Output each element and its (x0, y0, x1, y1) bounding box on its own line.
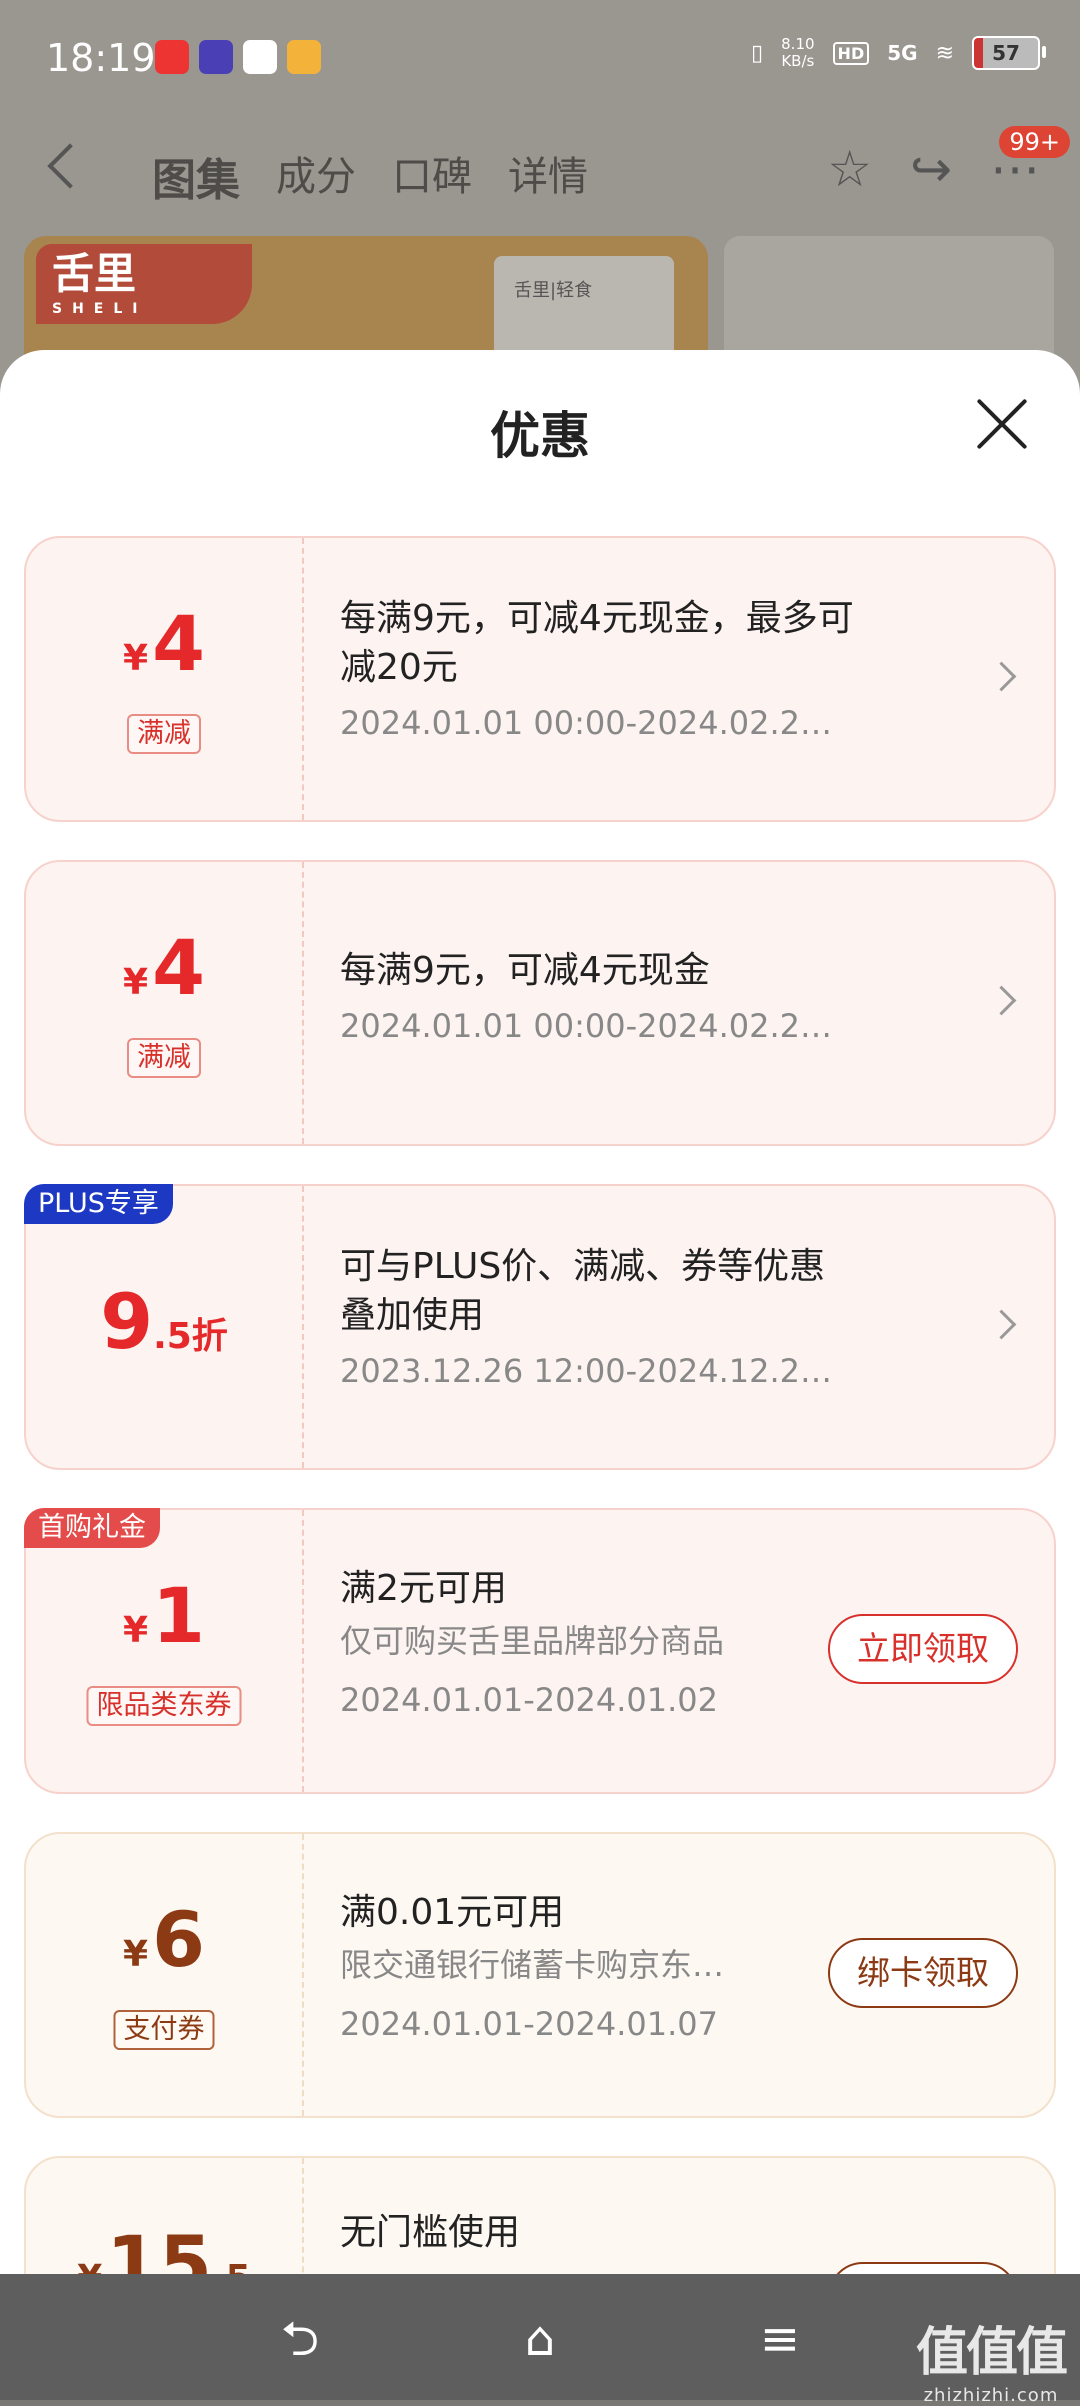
offer-info: 可与PLUS价、满减、券等优惠叠加使用 2023.12.26 12:00-202… (340, 1242, 860, 1402)
offer-description: 每满9元，可减4元现金，最多可减20元 (340, 598, 854, 688)
app-notification-icon (243, 40, 277, 74)
app-notification-icon (287, 40, 321, 74)
clock: 18:19 (46, 36, 156, 80)
chevron-right-icon[interactable] (986, 661, 1017, 692)
offer-amount: 4 (152, 599, 205, 688)
tab-details[interactable]: 详情 (508, 144, 588, 208)
battery-icon: 57 (972, 36, 1046, 70)
status-bar: 18:19 ▯ 8.10 KB/s HD 5G ≋ 57 (0, 0, 1080, 120)
watermark: 值值值 zhizhizhi.com (915, 2323, 1068, 2406)
menu-icon[interactable]: ≡ (750, 2314, 810, 2364)
offer-validity: 2023.12.26 12:00-2024.12.2… (340, 1352, 833, 1390)
bind-card-claim-button[interactable]: 绑卡领取 (828, 1938, 1018, 2008)
offer-amount: 15 (106, 2219, 213, 2275)
offer-scope: 仅可购买舌里品牌部分商品 (340, 1622, 725, 1660)
product-tabs: 图集 成分 口碑 详情 (152, 144, 588, 208)
hd-icon: HD (832, 41, 870, 65)
offer-type-tag: 限品类东券 (86, 1686, 242, 1726)
divider (302, 1510, 304, 1792)
vibrate-icon: ▯ (751, 40, 764, 66)
divider (302, 1186, 304, 1468)
offer-info: 满0.01元可用 限交通银行储蓄卡购京东… 2024.01.01-2024.01… (340, 1888, 860, 2055)
offer-validity: 2024.01.01-2024.01.02 (340, 1681, 718, 1719)
app-notification-icon (155, 40, 189, 74)
chevron-right-icon[interactable] (986, 985, 1017, 1016)
offer-value: ¥4 满减 (26, 862, 302, 1144)
app-notification-icon (199, 40, 233, 74)
offer-value: ¥15.5 (26, 2158, 302, 2275)
tab-reviews[interactable]: 口碑 (392, 144, 472, 208)
offer-condition: 无门槛使用 (340, 2212, 521, 2253)
divider (302, 1834, 304, 2116)
offer-info: 每满9元，可减4元现金，最多可减20元 2024.01.01 00:00-202… (340, 594, 860, 754)
offer-validity: 2024.01.01 00:00-2024.02.2… (340, 1007, 833, 1045)
offer-amount: 1 (152, 1571, 205, 1660)
offer-info: 每满9元，可减4元现金 2024.01.01 00:00-2024.02.2… (340, 946, 860, 1057)
close-icon[interactable] (974, 396, 1030, 452)
offer-description: 每满9元，可减4元现金 (340, 950, 710, 991)
offer-validity: 2024.01.01 00:00-2024.02.2… (340, 704, 833, 742)
status-indicators: ▯ 8.10 KB/s HD 5G ≋ 57 (751, 35, 1046, 70)
brand-logo: 舌里 SHELI (36, 244, 252, 324)
offer-card: ¥15.5 无门槛使用 (24, 2156, 1056, 2274)
offer-scope: 限交通银行储蓄卡购京东… (340, 1946, 725, 1984)
offer-amount: 4 (152, 923, 205, 1012)
tab-gallery[interactable]: 图集 (152, 144, 240, 208)
star-icon[interactable]: ☆ (827, 140, 872, 198)
offer-type-tag: 满减 (127, 714, 201, 754)
claim-button[interactable] (828, 2262, 1018, 2274)
offer-amount: 6 (152, 1895, 205, 1984)
home-icon[interactable]: ⌂ (510, 2314, 570, 2364)
offer-card: 首购礼金 ¥1 限品类东券 满2元可用 仅可购买舌里品牌部分商品 2024.01… (24, 1508, 1056, 1794)
offers-sheet: 优惠 ¥4 满减 每满9元，可减4元现金，最多可减20元 2024.01.01 … (0, 350, 1080, 2274)
offer-amount: 9 (100, 1277, 154, 1366)
share-icon[interactable]: ↪ (910, 140, 952, 198)
background-page: 舌里 SHELI 舌里|轻食 图集 成分 口碑 详情 ☆ ↪ ⋯ 99+ 18:… (0, 0, 1080, 400)
claim-now-button[interactable]: 立即领取 (828, 1614, 1018, 1684)
offer-validity: 2024.01.01-2024.01.07 (340, 2005, 718, 2043)
offer-value: ¥1 限品类东券 (26, 1510, 302, 1792)
offer-card[interactable]: PLUS专享 9.5折 可与PLUS价、满减、券等优惠叠加使用 2023.12.… (24, 1184, 1056, 1470)
back-gesture-icon[interactable]: ⮌ (270, 2314, 330, 2364)
network-speed: 8.10 KB/s (781, 35, 815, 70)
notification-icons (155, 40, 321, 74)
message-count-badge: 99+ (999, 126, 1070, 158)
offer-card[interactable]: ¥4 满减 每满9元，可减4元现金 2024.01.01 00:00-2024.… (24, 860, 1056, 1146)
offer-condition: 满0.01元可用 (340, 1892, 565, 1933)
offer-type-tag: 支付券 (113, 2010, 215, 2050)
offer-condition: 满2元可用 (340, 1568, 507, 1609)
tab-ingredients[interactable]: 成分 (276, 144, 356, 208)
divider (302, 538, 304, 820)
offer-info: 满2元可用 仅可购买舌里品牌部分商品 2024.01.01-2024.01.02 (340, 1564, 860, 1731)
offer-value: 9.5折 (100, 1277, 228, 1366)
offer-card: ¥6 支付券 满0.01元可用 限交通银行储蓄卡购京东… 2024.01.01-… (24, 1832, 1056, 2118)
back-icon[interactable] (47, 143, 93, 189)
wifi-icon: ≋ (935, 40, 954, 66)
offer-description: 可与PLUS价、满减、券等优惠叠加使用 (340, 1246, 826, 1336)
product-nav-bar: 图集 成分 口碑 详情 ☆ ↪ ⋯ 99+ (0, 126, 1080, 220)
offer-value: ¥6 支付券 (26, 1834, 302, 2116)
divider (302, 862, 304, 1144)
sheet-title: 优惠 (490, 407, 590, 465)
offer-info: 无门槛使用 (340, 2208, 860, 2257)
signal-icon: 5G (887, 41, 918, 65)
offer-card[interactable]: ¥4 满减 每满9元，可减4元现金，最多可减20元 2024.01.01 00:… (24, 536, 1056, 822)
chevron-right-icon[interactable] (986, 1309, 1017, 1340)
divider (302, 2158, 304, 2274)
offer-value: ¥4 满减 (26, 538, 302, 820)
offer-type-tag: 满减 (127, 1038, 201, 1078)
